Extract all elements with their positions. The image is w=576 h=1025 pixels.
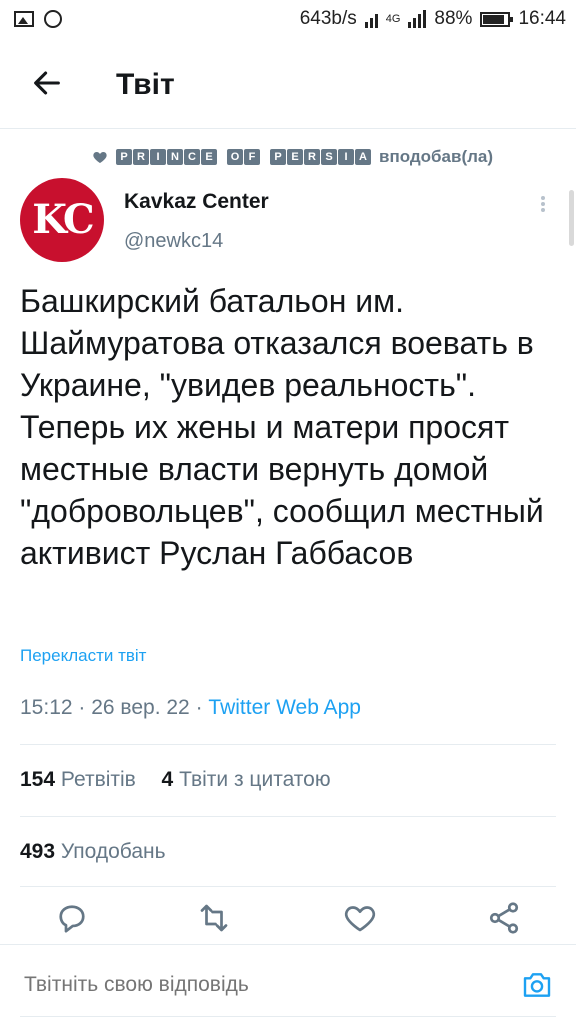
translate-link[interactable]: Перекласти твіт	[20, 646, 146, 666]
badge-letter: E	[287, 149, 303, 165]
quotes-label: Твіти з цитатою	[179, 768, 331, 791]
camera-icon[interactable]	[520, 969, 554, 1001]
likes-label: Уподобань	[60, 840, 166, 863]
status-right: 643b/s 4G 88% 16:44	[300, 8, 566, 30]
badge-word: OF	[227, 149, 260, 165]
badge-letter: I	[150, 149, 166, 165]
gallery-notification-icon	[14, 11, 34, 27]
battery-icon	[480, 11, 514, 27]
badge-letter: F	[244, 149, 260, 165]
action-bar	[0, 900, 576, 944]
tweet-time: 15:12	[20, 696, 73, 719]
back-arrow-icon[interactable]	[30, 66, 64, 100]
retweets-label: Ретвітів	[60, 768, 136, 791]
quotes-stat[interactable]: 4 Твіти з цитатою	[162, 768, 331, 791]
author-name[interactable]: Kavkaz Center	[124, 190, 269, 214]
network-type: 4G	[385, 13, 401, 25]
stats-row: 154 Ретвітів 4 Твіти з цитатою	[20, 768, 331, 792]
reply-bar	[0, 944, 576, 1025]
battery-percent: 88%	[434, 8, 473, 29]
badge-letter: I	[338, 149, 354, 165]
retweets-count: 154	[20, 768, 56, 791]
badge-letter: O	[227, 149, 243, 165]
divider	[20, 886, 556, 887]
tweet-source[interactable]: Twitter Web App	[208, 696, 361, 719]
badge-letter: A	[355, 149, 371, 165]
social-context[interactable]: PRINCEOFPERSIA вподобав(ла)	[92, 144, 493, 170]
meta-separator: ·	[195, 696, 209, 719]
notification-icon	[44, 10, 62, 28]
badge-word: PRINCE	[116, 149, 217, 165]
clock: 16:44	[518, 8, 566, 29]
badge-letter: E	[201, 149, 217, 165]
status-left	[14, 10, 62, 28]
social-context-text: вподобав(ла)	[379, 147, 494, 166]
badge-letter: P	[270, 149, 286, 165]
quotes-count: 4	[161, 768, 174, 791]
divider	[20, 1016, 556, 1017]
badge-letter: R	[133, 149, 149, 165]
badge-letter: N	[167, 149, 183, 165]
status-bar: 643b/s 4G 88% 16:44	[0, 0, 576, 40]
heart-icon	[93, 152, 107, 163]
liker-name-badge: PRINCEOFPERSIA	[116, 149, 371, 165]
badge-word: PERSIA	[270, 149, 371, 165]
more-options-icon[interactable]	[538, 194, 548, 218]
page-title: Твіт	[116, 68, 175, 101]
likes-count: 493	[20, 840, 56, 863]
author-handle[interactable]: @newkc14	[124, 230, 223, 253]
tweet-date: 26 вер. 22	[91, 696, 190, 719]
tweet-text: Башкирский батальон им. Шаймуратова отка…	[20, 283, 544, 571]
badge-gap	[218, 149, 226, 165]
signal-icon	[364, 10, 378, 28]
badge-gap	[261, 149, 269, 165]
likes-stat[interactable]: 493 Уподобань	[20, 840, 166, 864]
network-speed: 643b/s	[299, 8, 357, 29]
meta-separator: ·	[78, 696, 92, 719]
badge-letter: C	[184, 149, 200, 165]
retweet-icon[interactable]	[196, 900, 232, 936]
like-icon[interactable]	[342, 900, 378, 936]
divider	[20, 744, 556, 745]
reply-input[interactable]	[24, 973, 484, 997]
badge-letter: R	[304, 149, 320, 165]
tweet-meta: 15:12 · 26 вер. 22 · Twitter Web App	[20, 696, 361, 720]
badge-letter: P	[116, 149, 132, 165]
divider	[20, 816, 556, 817]
signal-4g-icon	[408, 10, 427, 28]
reply-icon[interactable]	[54, 900, 90, 936]
avatar[interactable]: KC	[20, 178, 104, 262]
share-icon[interactable]	[486, 900, 522, 936]
top-bar: Твіт	[0, 44, 576, 129]
retweets-stat[interactable]: 154 Ретвітів	[20, 768, 142, 791]
scrollbar[interactable]	[569, 190, 574, 246]
badge-letter: S	[321, 149, 337, 165]
